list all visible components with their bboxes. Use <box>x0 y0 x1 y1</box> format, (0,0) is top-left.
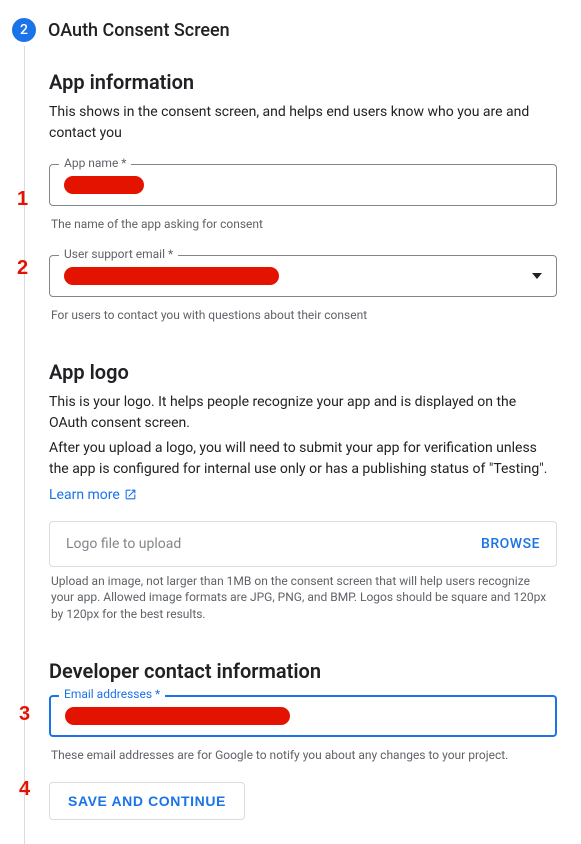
app-name-label: App name * <box>59 156 131 170</box>
form-content: App information This shows in the consen… <box>24 46 581 844</box>
user-support-email-field[interactable]: User support email * <box>49 255 557 297</box>
support-email-value-redacted <box>64 267 279 285</box>
step-header: 2 OAuth Consent Screen <box>0 0 581 46</box>
app-logo-desc1: This is your logo. It helps people recog… <box>49 392 557 434</box>
logo-upload-placeholder: Logo file to upload <box>66 536 181 552</box>
email-addresses-field[interactable]: Email addresses * <box>49 695 557 737</box>
user-support-email-label: User support email * <box>59 247 178 261</box>
browse-button[interactable]: BROWSE <box>481 536 540 552</box>
app-logo-heading: App logo <box>49 360 557 384</box>
learn-more-label: Learn more <box>49 487 120 503</box>
logo-upload-helper: Upload an image, not larger than 1MB on … <box>49 567 557 623</box>
email-addresses-label: Email addresses * <box>59 687 165 701</box>
dev-contact-heading: Developer contact information <box>49 659 557 683</box>
app-info-desc: This shows in the consent screen, and he… <box>49 102 557 144</box>
email-value-redacted <box>65 707 290 725</box>
annotation-1: 1 <box>17 188 28 211</box>
chevron-down-icon <box>532 273 542 279</box>
app-name-field[interactable]: App name * <box>49 164 557 206</box>
save-and-continue-button[interactable]: SAVE AND CONTINUE <box>49 782 245 820</box>
app-logo-desc2: After you upload a logo, you will need t… <box>49 438 557 480</box>
app-name-value-redacted <box>64 176 144 194</box>
external-link-icon <box>124 488 137 501</box>
annotation-4: 4 <box>19 778 30 801</box>
user-support-email-helper: For users to contact you with questions … <box>49 301 557 324</box>
annotation-3: 3 <box>19 703 30 726</box>
app-name-helper: The name of the app asking for consent <box>49 210 557 233</box>
logo-upload-box[interactable]: Logo file to upload BROWSE <box>49 521 557 567</box>
step-title: OAuth Consent Screen <box>48 20 230 41</box>
learn-more-link[interactable]: Learn more <box>49 487 137 503</box>
annotation-2: 2 <box>17 257 28 280</box>
step-number-badge: 2 <box>12 18 36 42</box>
email-addresses-helper: These email addresses are for Google to … <box>49 741 557 764</box>
app-info-heading: App information <box>49 70 557 94</box>
